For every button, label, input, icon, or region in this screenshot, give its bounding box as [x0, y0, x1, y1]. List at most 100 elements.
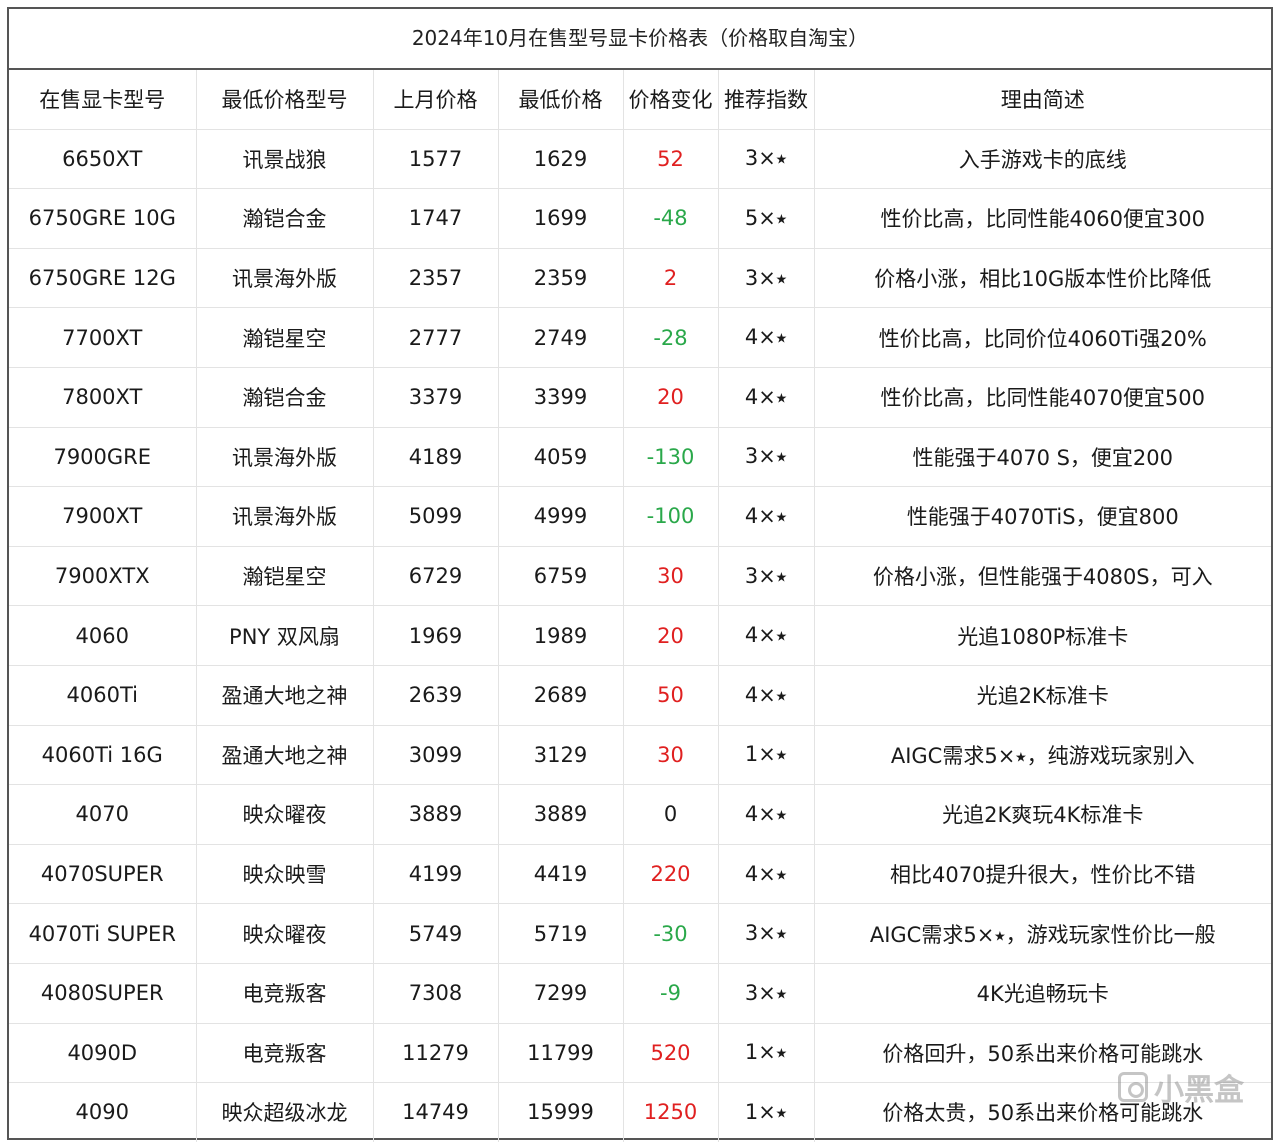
table-row: 6750GRE 12G 讯景海外版 2357 2359 2 3×⭑ 价格小涨，相比10G版本… — [9, 248, 1271, 309]
cell-lowest: 1989 — [498, 605, 624, 666]
cell-lowest: 11799 — [498, 1023, 624, 1084]
cell-lowest: 2689 — [498, 665, 624, 726]
cell-lowest: 5719 — [498, 903, 624, 964]
table-row: 4090D 电竞叛客 11279 11799 520 1×⭑ 价格回升，50系出来价格可能跳… — [9, 1023, 1271, 1084]
cell-model: 6650XT — [9, 129, 197, 190]
cell-rating: 4×⭑ — [718, 784, 815, 845]
table-row: 4080SUPER 电竞叛客 7308 7299 -9 3×⭑ 4K光追畅玩卡 — [9, 963, 1271, 1024]
table-row: 7900XTX 瀚铠星空 6729 6759 30 3×⭑ 价格小涨，但性能强于4080S，… — [9, 546, 1271, 607]
cell-lowest: 3399 — [498, 367, 624, 428]
cell-model: 4060Ti — [9, 665, 197, 726]
cell-lowest: 6759 — [498, 546, 624, 607]
cell-rating: 3×⭑ — [718, 546, 815, 607]
cell-model: 7700XT — [9, 307, 197, 368]
cell-brand: 讯景海外版 — [196, 486, 374, 547]
cell-brand: PNY 双风扇 — [196, 605, 374, 666]
header-reason: 理由简述 — [814, 70, 1271, 130]
table-title: 2024年10月在售型号显卡价格表（价格取自淘宝） — [9, 9, 1271, 70]
cell-last-month: 2777 — [373, 307, 499, 368]
cell-last-month: 2357 — [373, 248, 499, 309]
cell-change: -130 — [623, 427, 719, 488]
cell-brand: 映众映雪 — [196, 844, 374, 905]
cell-reason: 光追1080P标准卡 — [814, 605, 1271, 666]
cell-last-month: 3099 — [373, 725, 499, 786]
header-lowest: 最低价格 — [498, 70, 624, 130]
cell-model: 4090 — [9, 1082, 197, 1142]
cell-lowest: 1699 — [498, 188, 624, 249]
cell-lowest: 4059 — [498, 427, 624, 488]
cell-rating: 5×⭑ — [718, 188, 815, 249]
cell-lowest: 3129 — [498, 725, 624, 786]
gpu-price-table: 在售显卡型号 最低价格型号 上月价格 最低价格 价格变化 推荐指数 理由简述 6… — [9, 70, 1271, 1142]
table-body: 6650XT 讯景战狼 1577 1629 52 3×⭑ 入手游戏卡的底线 6750GRE 1… — [9, 129, 1271, 1142]
cell-change: 1250 — [623, 1082, 719, 1142]
cell-model: 4080SUPER — [9, 963, 197, 1024]
cell-change: 20 — [623, 367, 719, 428]
cell-model: 6750GRE 10G — [9, 188, 197, 249]
cell-brand: 瀚铠星空 — [196, 307, 374, 368]
cell-last-month: 2639 — [373, 665, 499, 726]
table-row: 4070Ti SUPER 映众曜夜 5749 5719 -30 3×⭑ AIGC需求5×⭑，… — [9, 903, 1271, 964]
cell-reason: 价格回升，50系出来价格可能跳水 — [814, 1023, 1271, 1084]
cell-change: 0 — [623, 784, 719, 845]
cell-rating: 3×⭑ — [718, 427, 815, 488]
cell-reason: 性价比高，比同价位4060Ti强20% — [814, 307, 1271, 368]
cell-lowest: 4999 — [498, 486, 624, 547]
header-last-month: 上月价格 — [373, 70, 499, 130]
cell-reason: 光追2K爽玩4K标准卡 — [814, 784, 1271, 845]
cell-rating: 3×⭑ — [718, 129, 815, 190]
cell-lowest: 1629 — [498, 129, 624, 190]
cell-change: 520 — [623, 1023, 719, 1084]
cell-brand: 电竞叛客 — [196, 963, 374, 1024]
cell-model: 4090D — [9, 1023, 197, 1084]
cell-brand: 瀚铠星空 — [196, 546, 374, 607]
cell-reason: 价格小涨，但性能强于4080S，可入 — [814, 546, 1271, 607]
cell-change: 20 — [623, 605, 719, 666]
cell-reason: 入手游戏卡的底线 — [814, 129, 1271, 190]
cell-model: 7900XT — [9, 486, 197, 547]
cell-reason: AIGC需求5×⭑，游戏玩家性价比一般 — [814, 903, 1271, 964]
cell-reason: 性价比高，比同性能4070便宜500 — [814, 367, 1271, 428]
cell-change: -9 — [623, 963, 719, 1024]
cell-model: 7900GRE — [9, 427, 197, 488]
cell-lowest: 3889 — [498, 784, 624, 845]
cell-model: 7900XTX — [9, 546, 197, 607]
header-change: 价格变化 — [623, 70, 719, 130]
cell-change: -100 — [623, 486, 719, 547]
cell-change: 52 — [623, 129, 719, 190]
cell-rating: 4×⭑ — [718, 665, 815, 726]
cell-model: 4060 — [9, 605, 197, 666]
cell-rating: 4×⭑ — [718, 844, 815, 905]
cell-last-month: 14749 — [373, 1082, 499, 1142]
cell-last-month: 3889 — [373, 784, 499, 845]
cell-model: 4060Ti 16G — [9, 725, 197, 786]
cell-brand: 映众曜夜 — [196, 903, 374, 964]
cell-reason: 性价比高，比同性能4060便宜300 — [814, 188, 1271, 249]
table-row: 4070 映众曜夜 3889 3889 0 4×⭑ 光追2K爽玩4K标准卡 — [9, 784, 1271, 845]
table-row: 7900GRE 讯景海外版 4189 4059 -130 3×⭑ 性能强于4070 S，便宜… — [9, 427, 1271, 488]
cell-last-month: 11279 — [373, 1023, 499, 1084]
cell-brand: 盈通大地之神 — [196, 725, 374, 786]
cell-lowest: 2359 — [498, 248, 624, 309]
cell-brand: 讯景战狼 — [196, 129, 374, 190]
cell-reason: 价格小涨，相比10G版本性价比降低 — [814, 248, 1271, 309]
cell-change: -28 — [623, 307, 719, 368]
cell-rating: 4×⭑ — [718, 486, 815, 547]
cell-last-month: 1969 — [373, 605, 499, 666]
cell-change: 220 — [623, 844, 719, 905]
cell-reason: 价格太贵，50系出来价格可能跳水 — [882, 1101, 1204, 1126]
cell-change: -30 — [623, 903, 719, 964]
cell-reason: 相比4070提升很大，性价比不错 — [814, 844, 1271, 905]
cell-last-month: 1577 — [373, 129, 499, 190]
cell-rating: 3×⭑ — [718, 903, 815, 964]
cell-change: 30 — [623, 725, 719, 786]
cell-last-month: 4199 — [373, 844, 499, 905]
cell-last-month: 5749 — [373, 903, 499, 964]
cell-rating: 4×⭑ — [718, 605, 815, 666]
cell-change: 50 — [623, 665, 719, 726]
cell-brand: 盈通大地之神 — [196, 665, 374, 726]
cell-rating: 1×⭑ — [718, 725, 815, 786]
cell-reason: 性能强于4070 S，便宜200 — [814, 427, 1271, 488]
table-row: 4060 PNY 双风扇 1969 1989 20 4×⭑ 光追1080P标准卡 — [9, 605, 1271, 666]
header-model: 在售显卡型号 — [9, 70, 197, 130]
